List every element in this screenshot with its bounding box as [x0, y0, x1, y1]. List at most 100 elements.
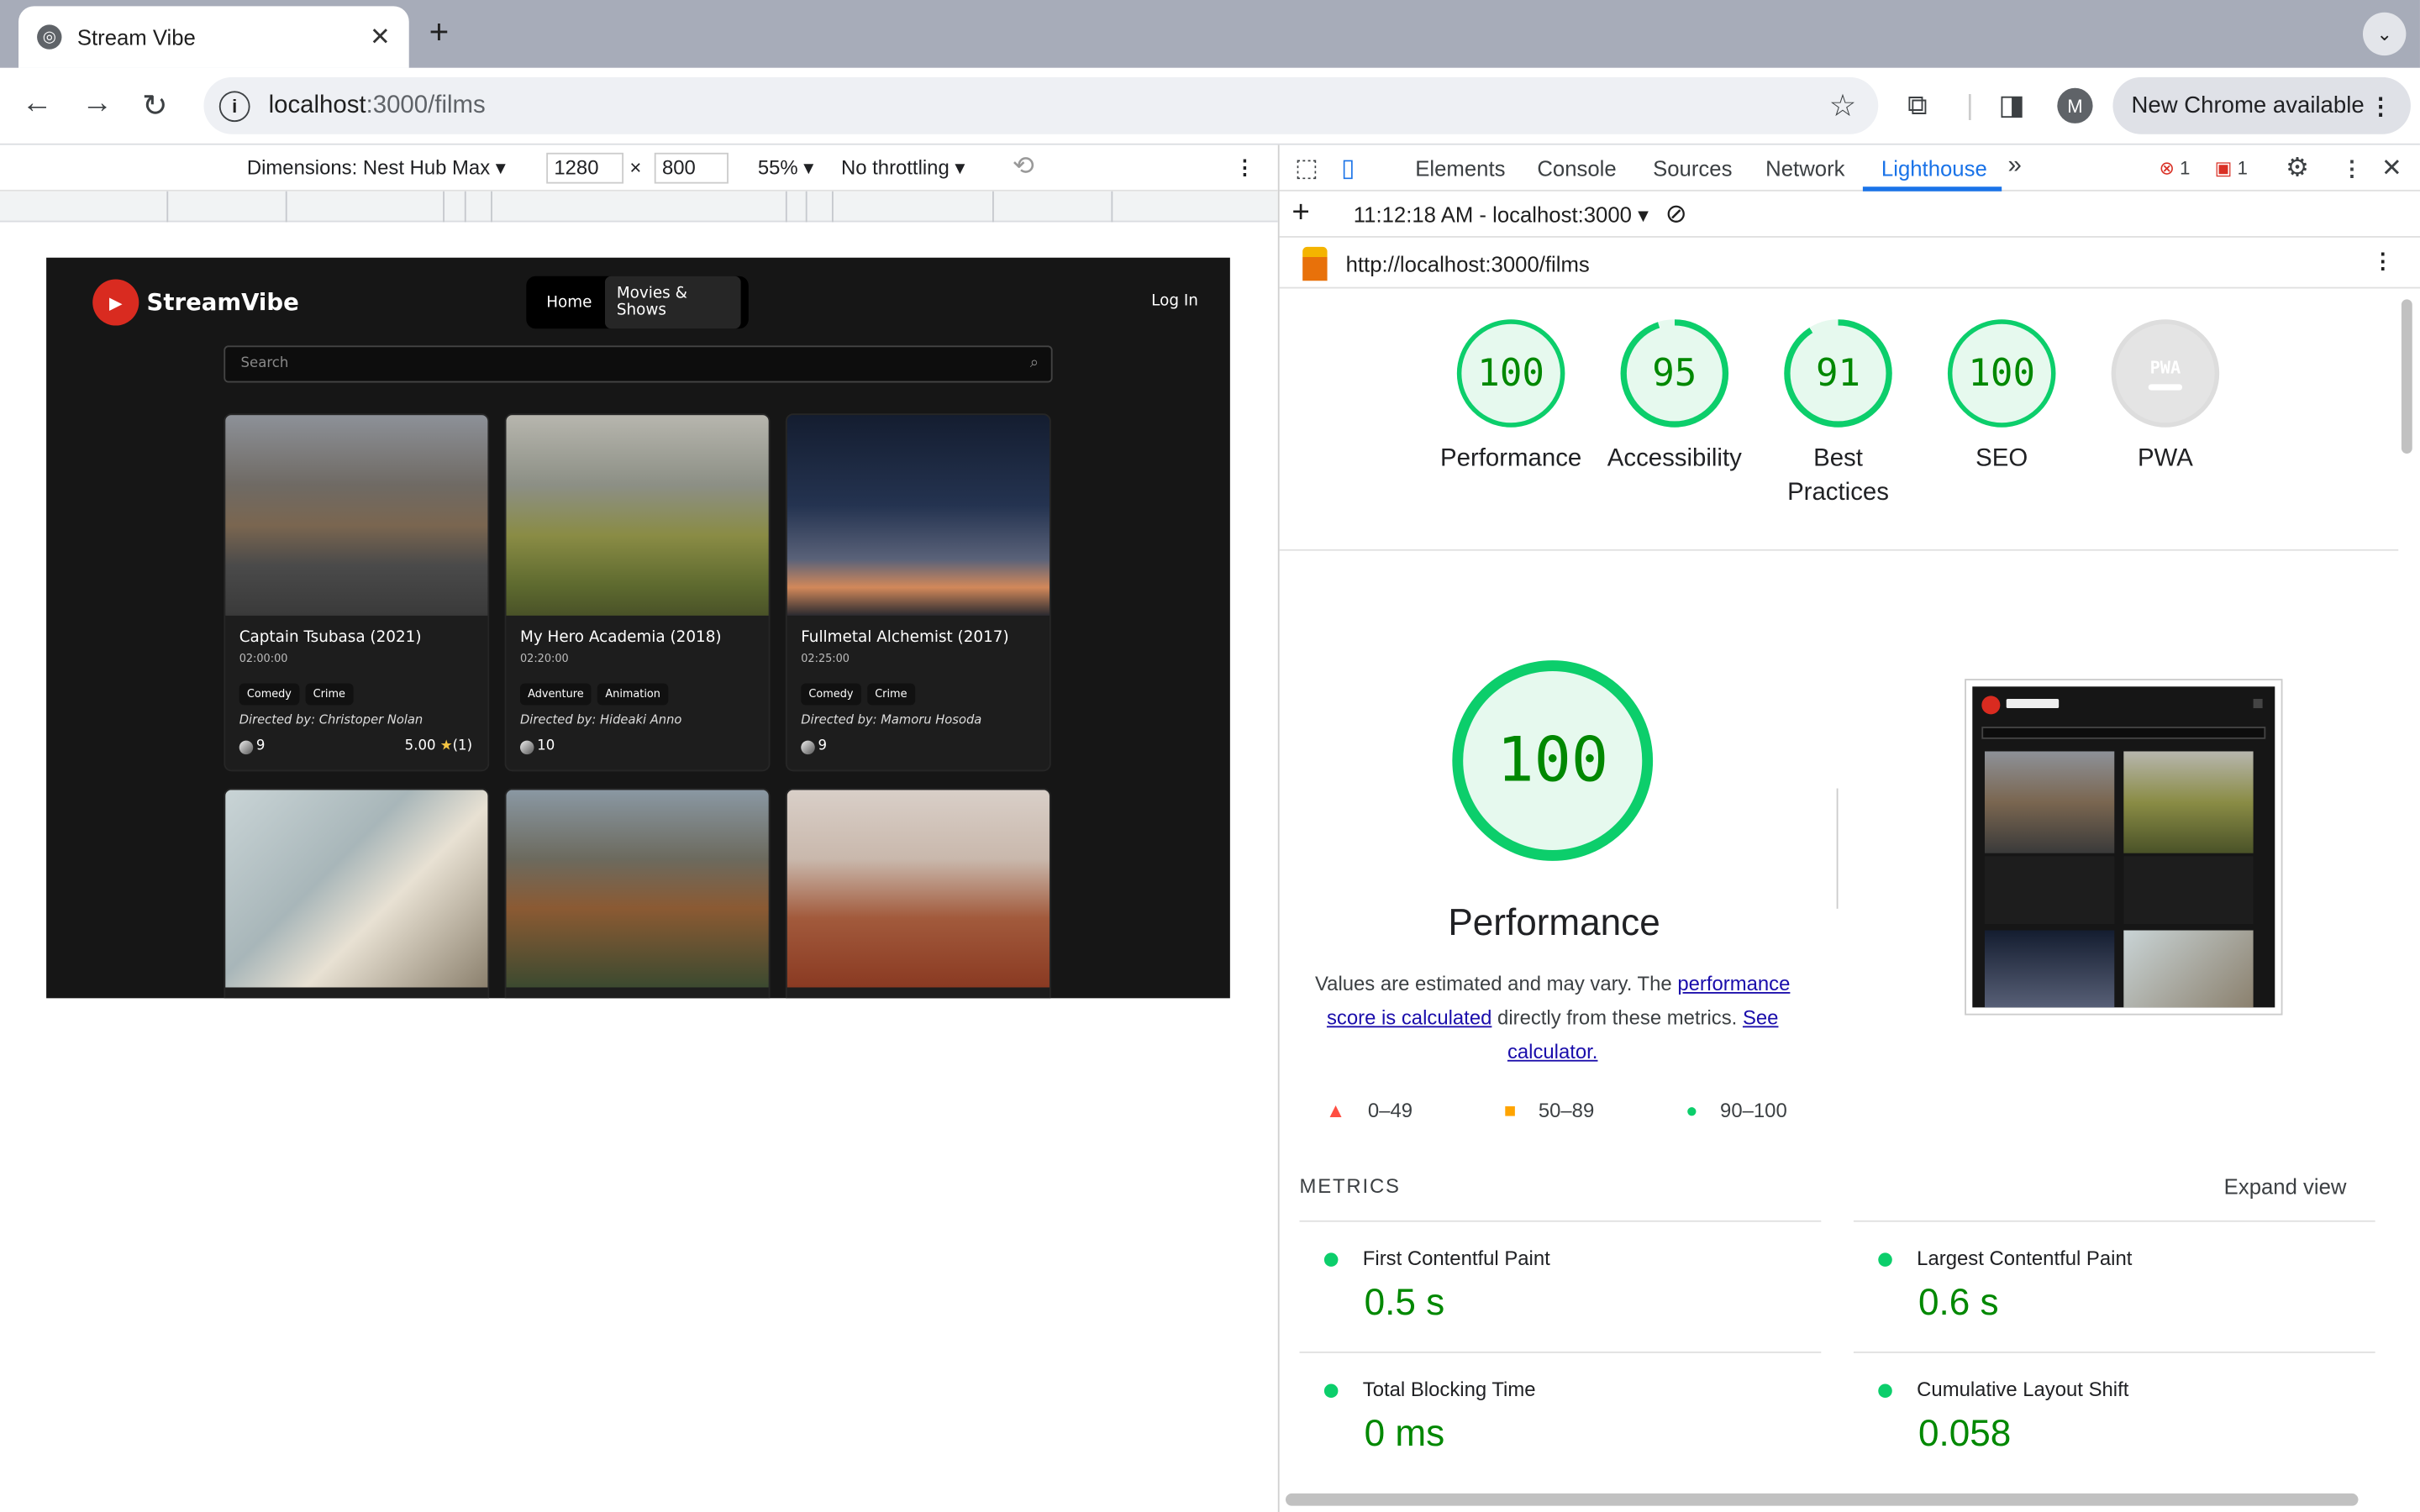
browser-tab[interactable]: ◎ Stream Vibe ✕: [18, 6, 409, 68]
film-card[interactable]: Fullmetal Alchemist (2017) 02:25:00 Come…: [785, 413, 1051, 772]
genre-tag: Comedy: [239, 683, 300, 706]
thumbnail-poster: [1984, 751, 2115, 853]
gauge-best-practices[interactable]: 91 Best Practices: [1756, 319, 1920, 511]
report-url[interactable]: http://localhost:3000/films: [1346, 251, 1590, 276]
lighthouse-icon: [1302, 246, 1328, 281]
film-poster: [506, 415, 769, 616]
nav-movies-shows[interactable]: Movies & Shows: [604, 276, 741, 329]
throttling-select[interactable]: No throttling ▾: [841, 156, 965, 181]
url-host: localhost: [268, 92, 366, 118]
search-icon: ⌕: [1029, 354, 1039, 372]
horizontal-scrollbar[interactable]: [1285, 1493, 2359, 1506]
lighthouse-toolbar: + 11:12:18 AM - localhost:3000 ▾ ⊘: [1279, 192, 2420, 238]
score-ring: 91: [1784, 319, 1892, 428]
votes-icon: [239, 739, 254, 754]
issues-badge[interactable]: ▣ 1: [2215, 157, 2248, 179]
film-card[interactable]: [785, 788, 1051, 999]
legend-fail: 0–49: [1367, 1098, 1413, 1122]
pass-dot-icon: [1323, 1383, 1339, 1399]
reload-icon[interactable]: ↻: [142, 87, 168, 125]
device-toggle-icon[interactable]: ▯: [1341, 153, 1355, 184]
avatar[interactable]: M: [2057, 87, 2093, 123]
logo-icon: [1981, 696, 2001, 715]
gauge-performance[interactable]: 100 Performance: [1429, 319, 1593, 476]
film-rating: 5.00 ★(1): [405, 739, 472, 754]
more-options-icon[interactable]: ⋮: [1234, 156, 1255, 181]
pass-dot-icon: [1323, 1252, 1339, 1268]
extensions-icon[interactable]: ⧉: [1907, 90, 1928, 123]
tab-console[interactable]: Console: [1537, 156, 1616, 181]
film-title: My Hero Academia (2018): [519, 629, 722, 647]
rotate-icon[interactable]: ⟲: [1013, 151, 1034, 182]
report-menu-icon[interactable]: ⋮: [2372, 249, 2394, 275]
settings-gear-icon[interactable]: ⚙: [2286, 153, 2309, 184]
expand-view-button[interactable]: Expand view: [2224, 1174, 2347, 1199]
logo-text: StreamVibe: [146, 288, 299, 317]
inspect-element-icon[interactable]: ⬚: [1295, 153, 1318, 184]
bookmark-star-icon[interactable]: ☆: [1829, 87, 1857, 125]
zoom-select[interactable]: 55% ▾: [758, 156, 813, 181]
nav-home[interactable]: Home: [534, 285, 604, 320]
clear-reports-icon[interactable]: ⊘: [1665, 199, 1687, 230]
url-path: :3000/films: [366, 92, 486, 118]
width-input[interactable]: 1280: [546, 152, 624, 184]
page-screenshot-thumbnail[interactable]: [1965, 679, 2283, 1016]
back-icon[interactable]: ←: [22, 87, 53, 122]
legend-pass: 90–100: [1720, 1098, 1787, 1122]
legend-average: 50–89: [1538, 1098, 1595, 1122]
close-devtools-icon[interactable]: ✕: [2381, 153, 2402, 184]
metric-value: 0.6 s: [1918, 1282, 1999, 1324]
votes-count: 10: [537, 738, 555, 755]
new-chrome-button[interactable]: New Chrome available ⋮: [2112, 76, 2411, 134]
tab-elements[interactable]: Elements: [1415, 156, 1505, 181]
errors-badge[interactable]: ⊗ 1: [2160, 157, 2191, 179]
film-card[interactable]: My Hero Academia (2018) 02:20:00 Adventu…: [504, 413, 771, 772]
gauge-accessibility[interactable]: 95 Accessibility: [1592, 319, 1756, 476]
hamburger-icon: [2253, 699, 2263, 709]
film-votes: 9: [239, 739, 265, 754]
tab-search-icon[interactable]: ⌄: [2362, 12, 2407, 56]
film-card[interactable]: [504, 788, 771, 999]
menu-dots-icon: ⋮: [2369, 93, 2392, 120]
devtools-panel: ⬚ ▯ Elements Console Sources Network Lig…: [1277, 144, 2420, 1512]
film-duration: 02:25:00: [801, 652, 850, 665]
close-tab-icon[interactable]: ✕: [370, 22, 391, 53]
gauge-seo[interactable]: 100 SEO: [1920, 319, 2084, 476]
tab-sources[interactable]: Sources: [1653, 156, 1732, 181]
new-tab-icon[interactable]: +: [429, 13, 450, 53]
forward-icon[interactable]: →: [82, 87, 113, 122]
film-director: Directed by: Christoper Nolan: [239, 712, 424, 727]
streamvibe-page: ▶ StreamVibe Home Movies & Shows Log In …: [46, 257, 1230, 999]
film-poster: [786, 415, 1050, 616]
film-poster: [225, 415, 488, 616]
site-logo[interactable]: ▶ StreamVibe: [92, 279, 299, 326]
film-duration: 02:20:00: [519, 652, 569, 665]
desc-text: Values are estimated and may vary. The: [1315, 972, 1678, 995]
vertical-scrollbar[interactable]: [2401, 299, 2412, 454]
report-selector[interactable]: 11:12:18 AM - localhost:3000 ▾: [1354, 202, 1649, 228]
genre-tag: Adventure: [519, 683, 592, 706]
side-panel-icon[interactable]: ◨: [1999, 90, 2025, 123]
site-info-icon[interactable]: i: [218, 90, 250, 122]
login-link[interactable]: Log In: [1151, 293, 1198, 310]
more-tabs-icon[interactable]: »: [2008, 153, 2022, 181]
fail-triangle-icon: ▲: [1325, 1098, 1346, 1122]
tab-network[interactable]: Network: [1765, 156, 1844, 181]
devtools-menu-icon[interactable]: ⋮: [2341, 156, 2363, 182]
film-card[interactable]: [224, 788, 490, 999]
gauge-pwa[interactable]: PWA PWA: [2084, 319, 2248, 476]
address-bar[interactable]: i localhost:3000/films ☆: [203, 76, 1879, 134]
genre-tag: Crime: [305, 683, 354, 706]
play-logo-icon: ▶: [92, 279, 139, 326]
dimensions-select[interactable]: Dimensions: Nest Hub Max ▾: [247, 156, 506, 181]
site-search-input[interactable]: Search ⌕: [224, 345, 1053, 383]
throttling-label: No throttling: [841, 155, 950, 180]
film-card[interactable]: Captain Tsubasa (2021) 02:00:00 Comedy Cr…: [224, 413, 490, 772]
height-input[interactable]: 800: [654, 152, 729, 184]
tab-lighthouse[interactable]: Lighthouse: [1881, 156, 1987, 181]
metrics-header: METRICS: [1299, 1173, 1401, 1198]
star-icon: ★: [439, 738, 453, 755]
new-report-icon[interactable]: +: [1292, 196, 1309, 231]
divider: [1299, 1351, 1822, 1353]
error-icon: ⊗: [2159, 157, 2175, 180]
